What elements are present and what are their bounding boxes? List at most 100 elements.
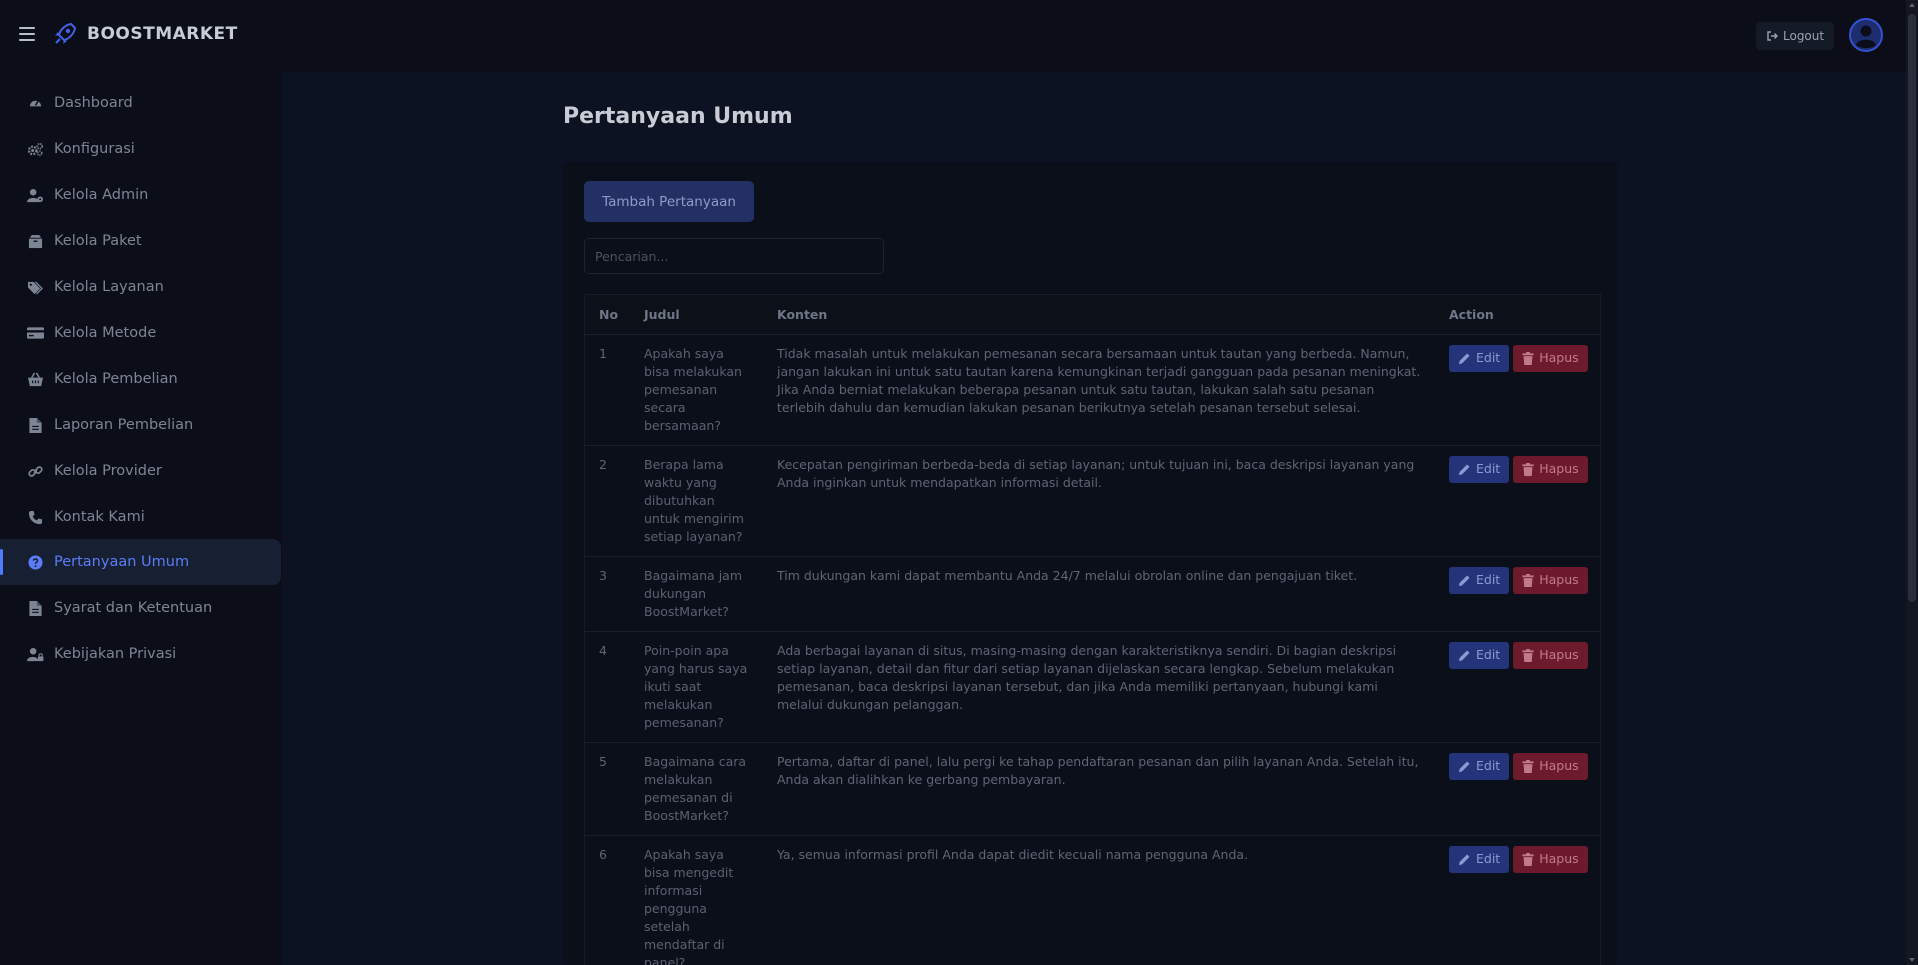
edit-button[interactable]: Edit: [1449, 752, 1510, 780]
sidebar-item-syarat-dan-ketentuan[interactable]: Syarat dan Ketentuan: [0, 585, 281, 631]
sidebar-item-kontak-kami[interactable]: Kontak Kami: [0, 494, 281, 540]
sidebar-item-kebijakan-privasi[interactable]: Kebijakan Privasi: [0, 631, 281, 677]
sidebar-item-label: Kelola Layanan: [54, 279, 164, 295]
edit-button[interactable]: Edit: [1449, 845, 1510, 873]
credit-card-icon: [27, 325, 44, 342]
sidebar-item-kelola-metode[interactable]: Kelola Metode: [0, 310, 281, 356]
sidebar-item-label: Kontak Kami: [54, 509, 145, 525]
column-header-judul: Judul: [630, 295, 763, 335]
cell-action: Edit Hapus: [1435, 835, 1600, 965]
scrollbar[interactable]: [1906, 0, 1918, 965]
column-header-no: No: [585, 295, 630, 335]
top-bar: BOOSTMARKET Logout: [0, 0, 1906, 72]
user-avatar-icon[interactable]: [1849, 18, 1883, 52]
scroll-down-icon[interactable]: [1909, 958, 1915, 962]
add-question-button[interactable]: Tambah Pertanyaan: [584, 181, 754, 222]
edit-label: Edit: [1476, 572, 1501, 587]
file-icon: [27, 600, 44, 617]
cell-judul: Berapa lama waktu yang dibutuhkan untuk …: [630, 445, 763, 557]
edit-button[interactable]: Edit: [1449, 455, 1510, 483]
scrollbar-thumb[interactable]: [1908, 14, 1916, 602]
cell-judul: Poin-poin apa yang harus saya ikuti saat…: [630, 631, 763, 743]
cell-action: Edit Hapus: [1435, 334, 1600, 446]
cell-action: Edit Hapus: [1435, 556, 1600, 632]
sidebar-item-label: Laporan Pembelian: [54, 417, 194, 433]
delete-label: Hapus: [1539, 851, 1579, 866]
scroll-up-icon[interactable]: [1909, 3, 1915, 7]
cell-konten: Ya, semua informasi profil Anda dapat di…: [763, 835, 1435, 965]
edit-button[interactable]: Edit: [1449, 566, 1510, 594]
tags-icon: [27, 279, 44, 296]
edit-label: Edit: [1476, 851, 1501, 866]
pencil-icon: [1458, 574, 1470, 586]
pencil-icon: [1458, 463, 1470, 475]
cell-konten: Pertama, daftar di panel, lalu pergi ke …: [763, 742, 1435, 836]
table-row: 6 Apakah saya bisa mengedit informasi pen…: [585, 835, 1600, 965]
delete-button[interactable]: Hapus: [1513, 845, 1588, 873]
edit-label: Edit: [1476, 350, 1501, 365]
cell-konten: Tim dukungan kami dapat membantu Anda 24…: [763, 556, 1435, 632]
cell-judul: Apakah saya bisa mengedit informasi peng…: [630, 835, 763, 965]
column-header-action: Action: [1435, 295, 1600, 335]
row-actions: Edit Hapus: [1449, 566, 1588, 594]
sidebar-item-laporan-pembelian[interactable]: Laporan Pembelian: [0, 402, 281, 448]
table-row: 4 Poin-poin apa yang harus saya ikuti saa…: [585, 631, 1600, 743]
trash-icon: [1522, 852, 1534, 866]
cell-konten: Tidak masalah untuk melakukan pemesanan …: [763, 334, 1435, 446]
sidebar-item-label: Dashboard: [54, 95, 133, 111]
cell-judul: Bagaimana cara melakukan pemesanan di Bo…: [630, 742, 763, 836]
delete-button[interactable]: Hapus: [1513, 752, 1588, 780]
hamburger-menu-icon[interactable]: [19, 27, 35, 41]
cell-no: 5: [585, 742, 630, 836]
edit-label: Edit: [1476, 461, 1501, 476]
user-lock-icon: [27, 646, 44, 663]
pencil-icon: [1458, 352, 1470, 364]
delete-button[interactable]: Hapus: [1513, 344, 1588, 372]
trash-icon: [1522, 351, 1534, 365]
brand-name: BOOSTMARKET: [87, 24, 238, 44]
gauge-icon: [27, 95, 44, 112]
sidebar-item-label: Syarat dan Ketentuan: [54, 600, 213, 616]
sidebar-item-pertanyaan-umum[interactable]: Pertanyaan Umum: [0, 539, 281, 585]
sidebar-item-kelola-admin[interactable]: Kelola Admin: [0, 172, 281, 218]
column-header-konten: Konten: [763, 295, 1435, 335]
trash-icon: [1522, 759, 1534, 773]
user-cog-icon: [27, 187, 44, 204]
sign-out-icon: [1767, 31, 1778, 41]
cell-action: Edit Hapus: [1435, 631, 1600, 743]
trash-icon: [1522, 648, 1534, 662]
sidebar-item-konfigurasi[interactable]: Konfigurasi: [0, 126, 281, 172]
faq-table: No Judul Konten Action 1 Apakah saya bisa…: [584, 294, 1601, 965]
cell-no: 2: [585, 445, 630, 557]
sidebar-item-kelola-paket[interactable]: Kelola Paket: [0, 218, 281, 264]
delete-button[interactable]: Hapus: [1513, 455, 1588, 483]
table-row: 1 Apakah saya bisa melakukan pemesanan se…: [585, 334, 1600, 446]
trash-icon: [1522, 573, 1534, 587]
cell-action: Edit Hapus: [1435, 742, 1600, 836]
brand[interactable]: BOOSTMARKET: [51, 20, 238, 48]
cell-konten: Ada berbagai layanan di situs, masing-ma…: [763, 631, 1435, 743]
delete-button[interactable]: Hapus: [1513, 641, 1588, 669]
edit-label: Edit: [1476, 758, 1501, 773]
delete-label: Hapus: [1539, 350, 1579, 365]
rocket-logo-icon: [55, 22, 77, 44]
logout-button[interactable]: Logout: [1756, 22, 1835, 50]
sidebar-item-label: Kebijakan Privasi: [54, 646, 177, 662]
sidebar-item-kelola-provider[interactable]: Kelola Provider: [0, 448, 281, 494]
page-title: Pertanyaan Umum: [563, 104, 793, 129]
delete-button[interactable]: Hapus: [1513, 566, 1588, 594]
sidebar-item-label: Kelola Pembelian: [54, 371, 178, 387]
search-input[interactable]: [584, 238, 884, 274]
cell-konten: Kecepatan pengiriman berbeda-beda di set…: [763, 445, 1435, 557]
sidebar-item-kelola-layanan[interactable]: Kelola Layanan: [0, 264, 281, 310]
table-row: 3 Bagaimana jam dukungan BoostMarket? Tim …: [585, 556, 1600, 632]
sidebar-item-label: Kelola Paket: [54, 233, 142, 249]
pencil-icon: [1458, 853, 1470, 865]
table-row: 5 Bagaimana cara melakukan pemesanan di B…: [585, 742, 1600, 836]
logout-label: Logout: [1783, 29, 1825, 43]
row-actions: Edit Hapus: [1449, 752, 1588, 780]
sidebar-item-kelola-pembelian[interactable]: Kelola Pembelian: [0, 356, 281, 402]
edit-button[interactable]: Edit: [1449, 641, 1510, 669]
sidebar-item-dashboard[interactable]: Dashboard: [0, 80, 281, 126]
edit-button[interactable]: Edit: [1449, 344, 1510, 372]
